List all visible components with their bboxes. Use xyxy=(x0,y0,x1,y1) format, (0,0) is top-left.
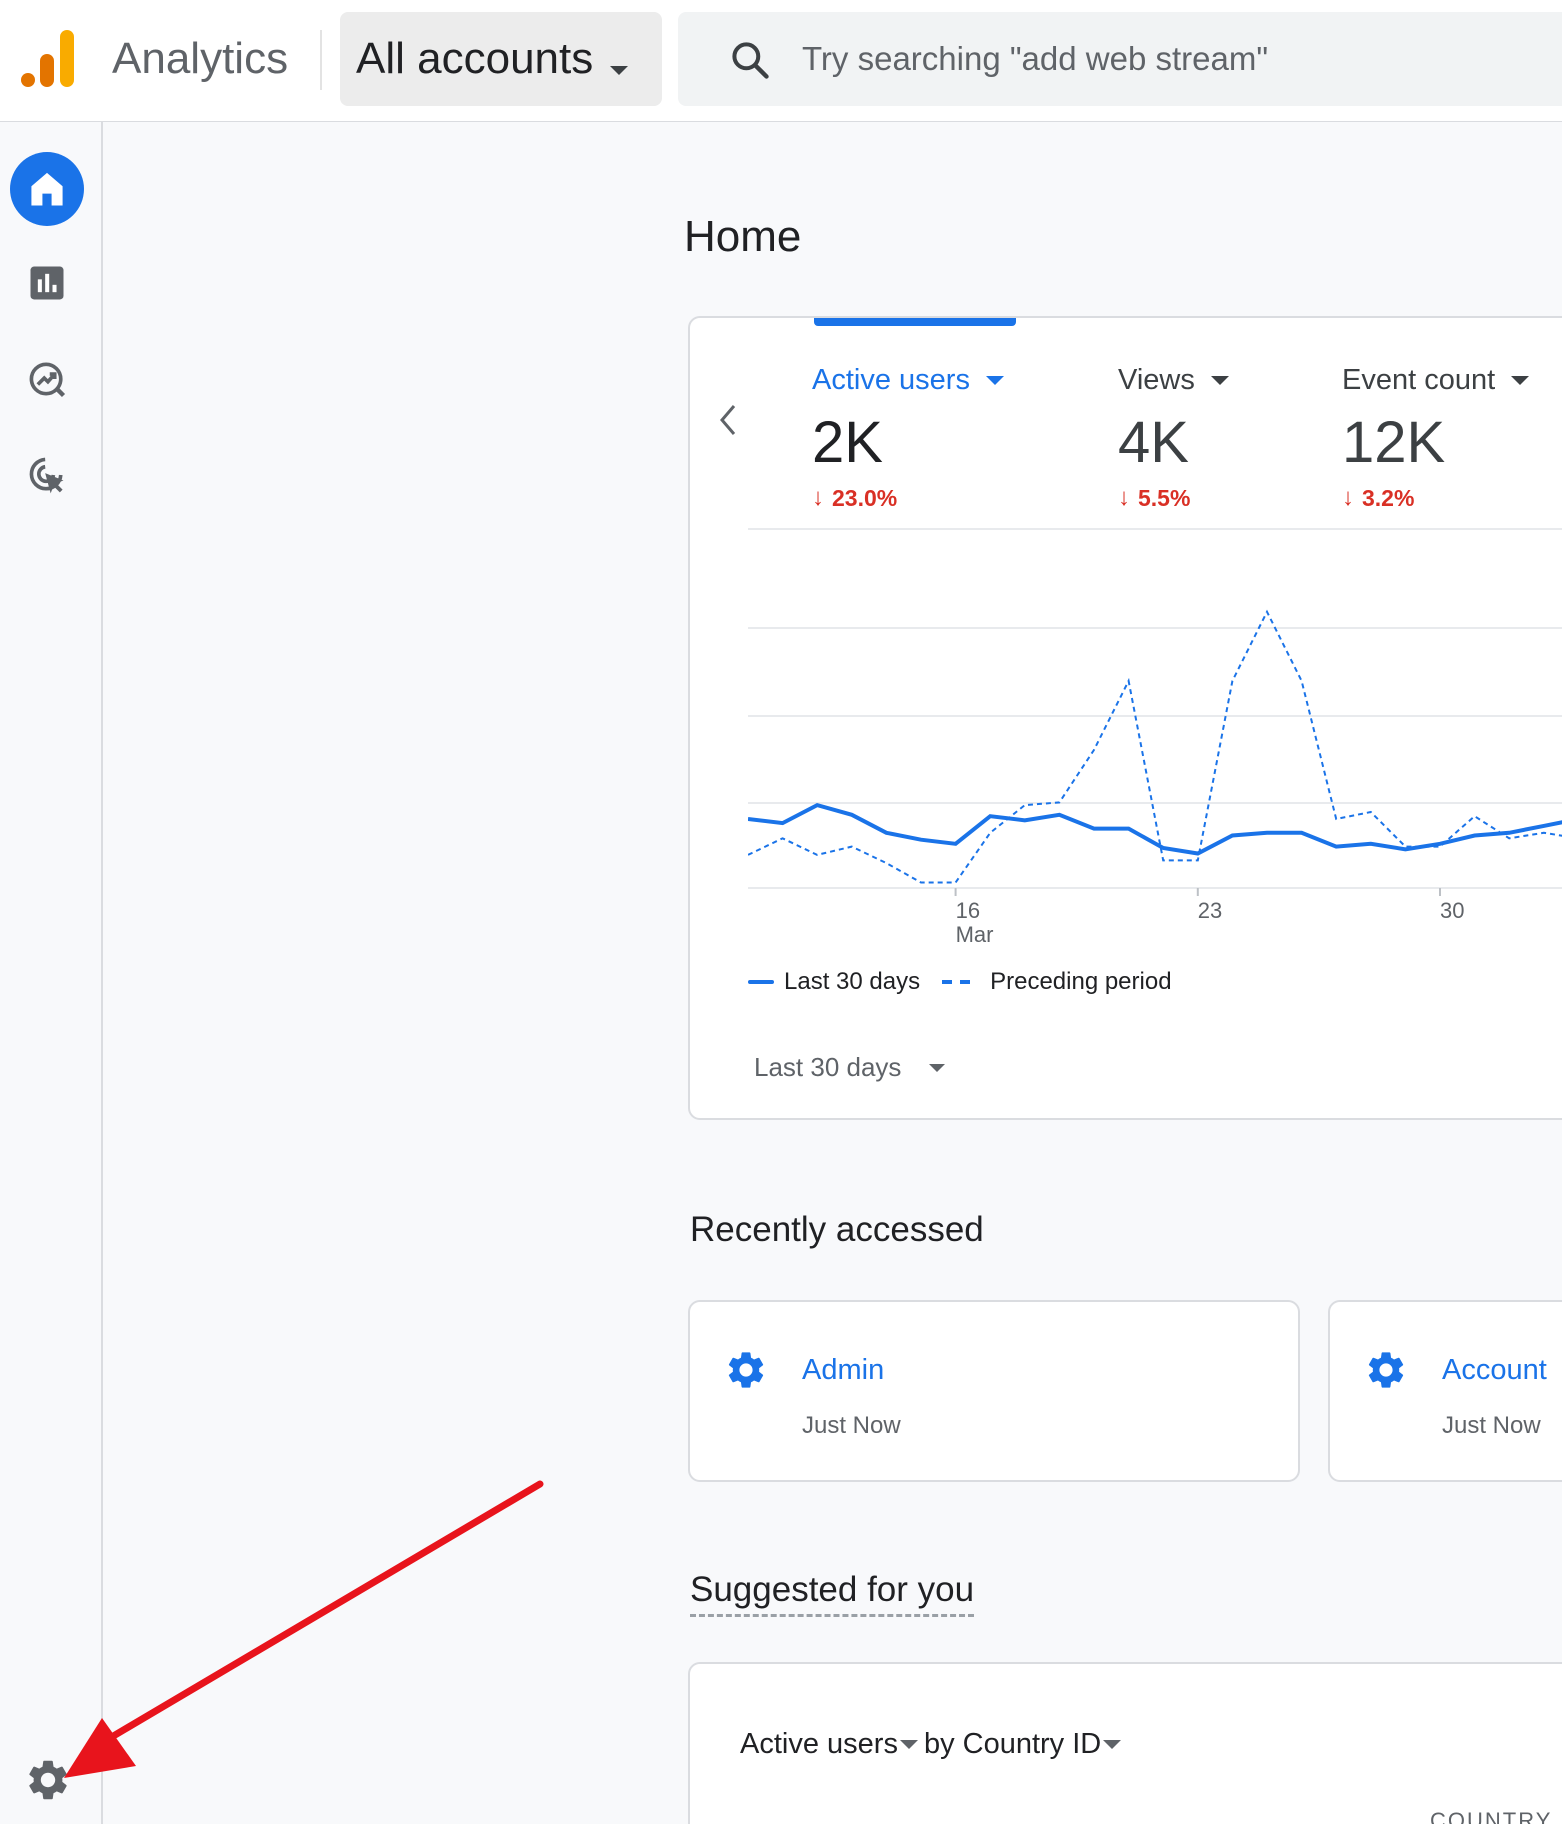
recently-accessed-title: Recently accessed xyxy=(690,1210,984,1249)
bar-chart-icon xyxy=(30,266,64,300)
nav-home[interactable] xyxy=(10,152,84,226)
line-chart: 16Mar 23 30 xyxy=(748,609,1562,947)
date-range-label: Last 30 days xyxy=(754,1052,902,1082)
metric-value: 2K xyxy=(812,410,883,475)
gear-icon xyxy=(1368,1352,1404,1388)
chevron-down-icon xyxy=(610,66,628,75)
recent-item[interactable]: Admin Just Now xyxy=(688,1300,1300,1482)
app-title: Analytics xyxy=(112,34,289,83)
home-icon xyxy=(31,172,63,206)
metric-label: Active users xyxy=(812,364,970,396)
date-range-picker[interactable]: Last 30 days xyxy=(754,1052,946,1083)
dimension-selector[interactable]: by Country ID xyxy=(924,1728,1101,1761)
divider xyxy=(320,30,322,90)
page-title: Home xyxy=(684,212,802,261)
recent-item-time: Just Now xyxy=(1442,1412,1541,1439)
chart-legend: Last 30 days Preceding period xyxy=(748,968,1172,996)
account-picker-label: All accounts xyxy=(356,34,594,83)
suggested-card: Active users by Country ID COUNTRY xyxy=(688,1662,1562,1824)
chevron-down-icon[interactable] xyxy=(985,376,1004,385)
chevron-down-icon[interactable] xyxy=(1511,376,1530,385)
arrow-down-icon: ↓ xyxy=(1118,484,1130,511)
metric-event-count[interactable]: Event count 12K ↓ 3.2% xyxy=(1342,364,1530,512)
metric-label: Event count xyxy=(1342,364,1496,396)
metric-change: 3.2% xyxy=(1362,484,1415,511)
nav-advertising[interactable] xyxy=(10,438,84,512)
search-input[interactable] xyxy=(802,32,1502,86)
chevron-down-icon xyxy=(929,1063,946,1072)
left-nav-rail xyxy=(0,122,103,1824)
suggested-card-header: Active users by Country ID xyxy=(740,1728,1127,1761)
metric-views[interactable]: Views 4K ↓ 5.5% xyxy=(1118,364,1229,512)
cursor-target-icon xyxy=(29,457,64,494)
metric-change: 5.5% xyxy=(1138,484,1191,511)
legend-previous: Preceding period xyxy=(990,968,1172,995)
legend-swatch-dashed xyxy=(942,980,977,984)
account-picker[interactable]: All accounts xyxy=(340,12,662,106)
metric-active-users[interactable]: Active users 2K ↓ 23.0% xyxy=(812,364,1004,512)
legend-swatch-solid xyxy=(748,980,774,984)
metric-label: Views xyxy=(1118,364,1195,396)
series-line-current xyxy=(748,802,1562,856)
arrow-down-icon: ↓ xyxy=(812,484,824,511)
summary-card: Active users 2K ↓ 23.0% Views 4K ↓ 5.5% Ev… xyxy=(688,316,1562,1120)
metric-value: 4K xyxy=(1118,410,1189,475)
metric-selector[interactable]: Active users xyxy=(740,1728,898,1761)
chevron-down-icon[interactable] xyxy=(1210,376,1229,385)
x-tick-label: 23 xyxy=(1198,898,1222,923)
recent-item-time: Just Now xyxy=(802,1412,901,1439)
gear-icon xyxy=(728,1352,764,1388)
x-tick-sublabel: Mar xyxy=(956,922,994,947)
legend-current: Last 30 days xyxy=(784,968,921,995)
explore-trend-icon xyxy=(29,362,66,398)
nav-reports[interactable] xyxy=(10,246,84,320)
chevron-down-icon[interactable] xyxy=(899,1740,918,1749)
metric-change: 23.0% xyxy=(832,484,898,511)
suggested-title: Suggested for you xyxy=(690,1570,975,1617)
recent-item-name[interactable]: Account xyxy=(1442,1354,1547,1387)
x-tick-label: 16 xyxy=(956,898,980,923)
column-header: COUNTRY xyxy=(1430,1808,1553,1824)
admin-settings-gear-icon[interactable] xyxy=(24,1756,72,1804)
search-icon xyxy=(732,42,769,79)
chevron-down-icon[interactable] xyxy=(1103,1740,1122,1749)
divider xyxy=(748,528,1562,530)
arrow-down-icon: ↓ xyxy=(1342,484,1354,511)
analytics-logo[interactable] xyxy=(20,28,76,88)
search-bar[interactable] xyxy=(678,12,1562,106)
top-app-bar: Analytics All accounts xyxy=(0,0,1562,122)
chevron-left-icon[interactable] xyxy=(712,400,742,440)
nav-explore[interactable] xyxy=(10,342,84,416)
x-tick-label: 30 xyxy=(1440,898,1464,923)
metric-value: 12K xyxy=(1342,410,1446,475)
recent-item-name[interactable]: Admin xyxy=(802,1354,884,1387)
recent-item[interactable]: Account Just Now xyxy=(1328,1300,1562,1482)
active-tab-indicator xyxy=(814,318,1016,326)
